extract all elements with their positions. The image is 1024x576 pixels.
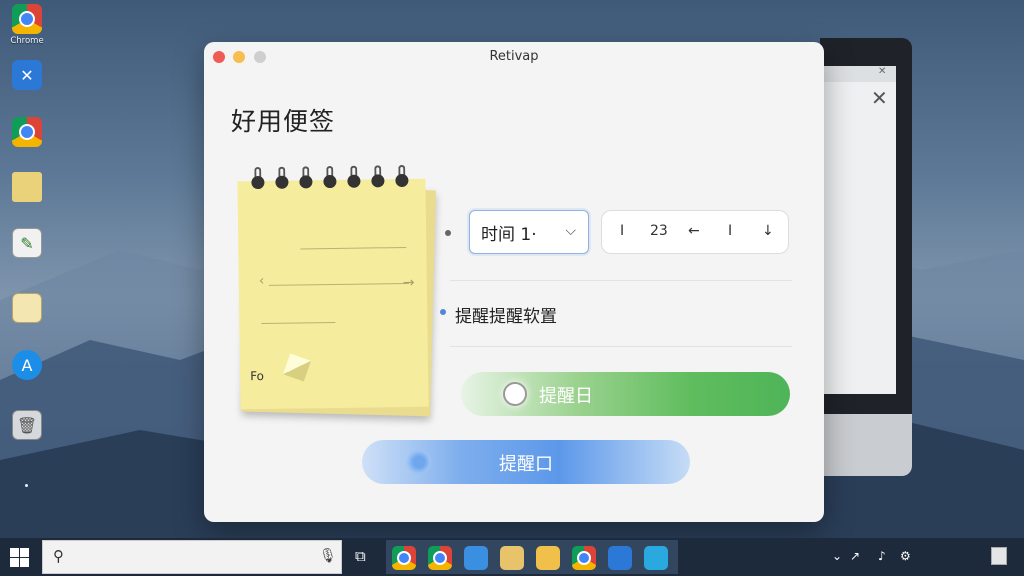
arrow-down-icon[interactable]: ↓ — [762, 223, 774, 239]
app-icon: ✕ — [12, 60, 42, 90]
reminder-toggle-button[interactable]: 提醒日 — [461, 372, 790, 416]
pinned-apps — [386, 540, 678, 574]
app-store-icon: A — [12, 350, 42, 380]
taskbar-mail-icon[interactable] — [644, 546, 668, 570]
tray-network-icon[interactable]: ↗ — [850, 549, 860, 563]
time-picker-minute[interactable]: 23 — [650, 223, 668, 239]
taskbar-folder-icon[interactable] — [536, 546, 560, 570]
bullet-dot — [445, 230, 451, 236]
desktop-shortcut-label: Chrome — [10, 36, 44, 46]
reminder-setting-label[interactable]: 提醒提醒软置 — [455, 302, 557, 327]
spiral-ring — [299, 166, 313, 189]
search-icon: ⚲ — [53, 547, 64, 565]
chrome-icon — [12, 117, 42, 147]
desktop-shortcut-app[interactable]: ✕ — [4, 60, 50, 92]
arrow-right-icon: → — [402, 274, 415, 292]
tray-chevron-icon[interactable]: ⌄ — [832, 549, 842, 563]
desktop-shortcut-folder[interactable] — [4, 172, 50, 204]
close-icon[interactable]: ✕ — [871, 86, 888, 110]
notepad-line — [300, 246, 407, 250]
recycle-bin-icon: 🗑 — [12, 410, 42, 440]
spiral-ring — [275, 166, 289, 189]
taskbar-chrome-icon[interactable] — [572, 546, 596, 570]
spiral-ring — [323, 165, 337, 189]
chevron-down-icon: ⌵ — [565, 223, 576, 239]
spiral-ring — [347, 165, 361, 188]
taskbar-calendar-icon[interactable] — [500, 546, 524, 570]
page-title: 好用便签 — [231, 107, 336, 136]
background-monitor-chin — [820, 414, 912, 476]
folder-icon — [12, 172, 42, 202]
taskbar: ⚲ 🎙 ⧉ ⌄ ↗ ♪ ⚙ — [0, 538, 1024, 576]
desktop-shortcut-recycle-bin[interactable]: 🗑 — [4, 410, 50, 442]
divider — [450, 346, 792, 347]
desktop-shortcut-file[interactable]: ✎ — [4, 228, 50, 260]
notepad-corner-text: Fo — [250, 368, 265, 384]
notification-icon[interactable] — [991, 547, 1007, 565]
taskbar-store-icon[interactable] — [464, 546, 488, 570]
time-picker[interactable]: I 23 ← I ↓ — [601, 210, 789, 254]
start-button[interactable] — [8, 546, 30, 568]
file-icon: ✎ — [12, 228, 42, 258]
notepad-sheet: ‹ → Fo — [237, 164, 429, 410]
desktop-shortcut-app-store[interactable]: A — [4, 350, 50, 382]
windows-logo-icon — [10, 548, 19, 557]
bullet-dot-blue — [440, 309, 446, 315]
titlebar[interactable]: Retivap — [204, 42, 824, 72]
reminder-submit-label: 提醒口 — [499, 454, 553, 475]
window-title: Retivap — [489, 49, 539, 64]
taskbar-chrome-icon[interactable] — [392, 546, 416, 570]
app-window: Retivap 好用便签 ‹ → Fo 时间 1· ⌵ I 23 ← I ↓ 提… — [204, 42, 824, 522]
microphone-icon[interactable]: 🎙 — [319, 548, 337, 564]
time-picker-separator: I — [728, 223, 733, 239]
time-select-dropdown[interactable]: 时间 1· ⌵ — [469, 210, 589, 254]
arrow-left-icon: ‹ — [258, 272, 265, 290]
task-view-icon[interactable]: ⧉ — [355, 547, 366, 565]
spiral-ring — [251, 166, 265, 190]
desktop-shortcut-chrome-2[interactable] — [4, 117, 50, 149]
taskbar-app-icon[interactable] — [608, 546, 632, 570]
notes-icon — [12, 293, 42, 323]
tray-volume-icon[interactable]: ♪ — [878, 549, 886, 563]
desktop-shortcut-notes[interactable] — [4, 293, 50, 325]
divider — [450, 280, 792, 281]
time-picker-hour[interactable]: I — [620, 223, 624, 239]
reminder-submit-button[interactable]: 提醒口 — [362, 440, 690, 484]
spiral-ring — [395, 164, 409, 188]
desktop-shortcut-chrome[interactable]: Chrome — [4, 4, 50, 46]
spiral-ring — [371, 165, 385, 188]
toggle-knob-icon — [503, 382, 527, 406]
taskbar-search-input[interactable]: ⚲ 🎙 — [42, 540, 342, 574]
page-curl-icon — [283, 353, 312, 382]
chrome-icon — [12, 4, 42, 34]
notepad-illustration: ‹ → Fo — [237, 164, 436, 417]
time-select-value: 时间 1· — [481, 224, 537, 245]
gear-icon[interactable]: ⚙ — [900, 549, 911, 563]
arrow-left-icon[interactable]: ← — [688, 223, 700, 239]
notepad-line — [268, 282, 409, 286]
desktop-dot — [25, 484, 28, 487]
taskbar-chrome-icon[interactable] — [428, 546, 452, 570]
background-window — [824, 66, 896, 394]
notepad-line — [261, 321, 336, 325]
close-icon[interactable]: ✕ — [878, 66, 886, 77]
reminder-toggle-label: 提醒日 — [539, 386, 593, 407]
